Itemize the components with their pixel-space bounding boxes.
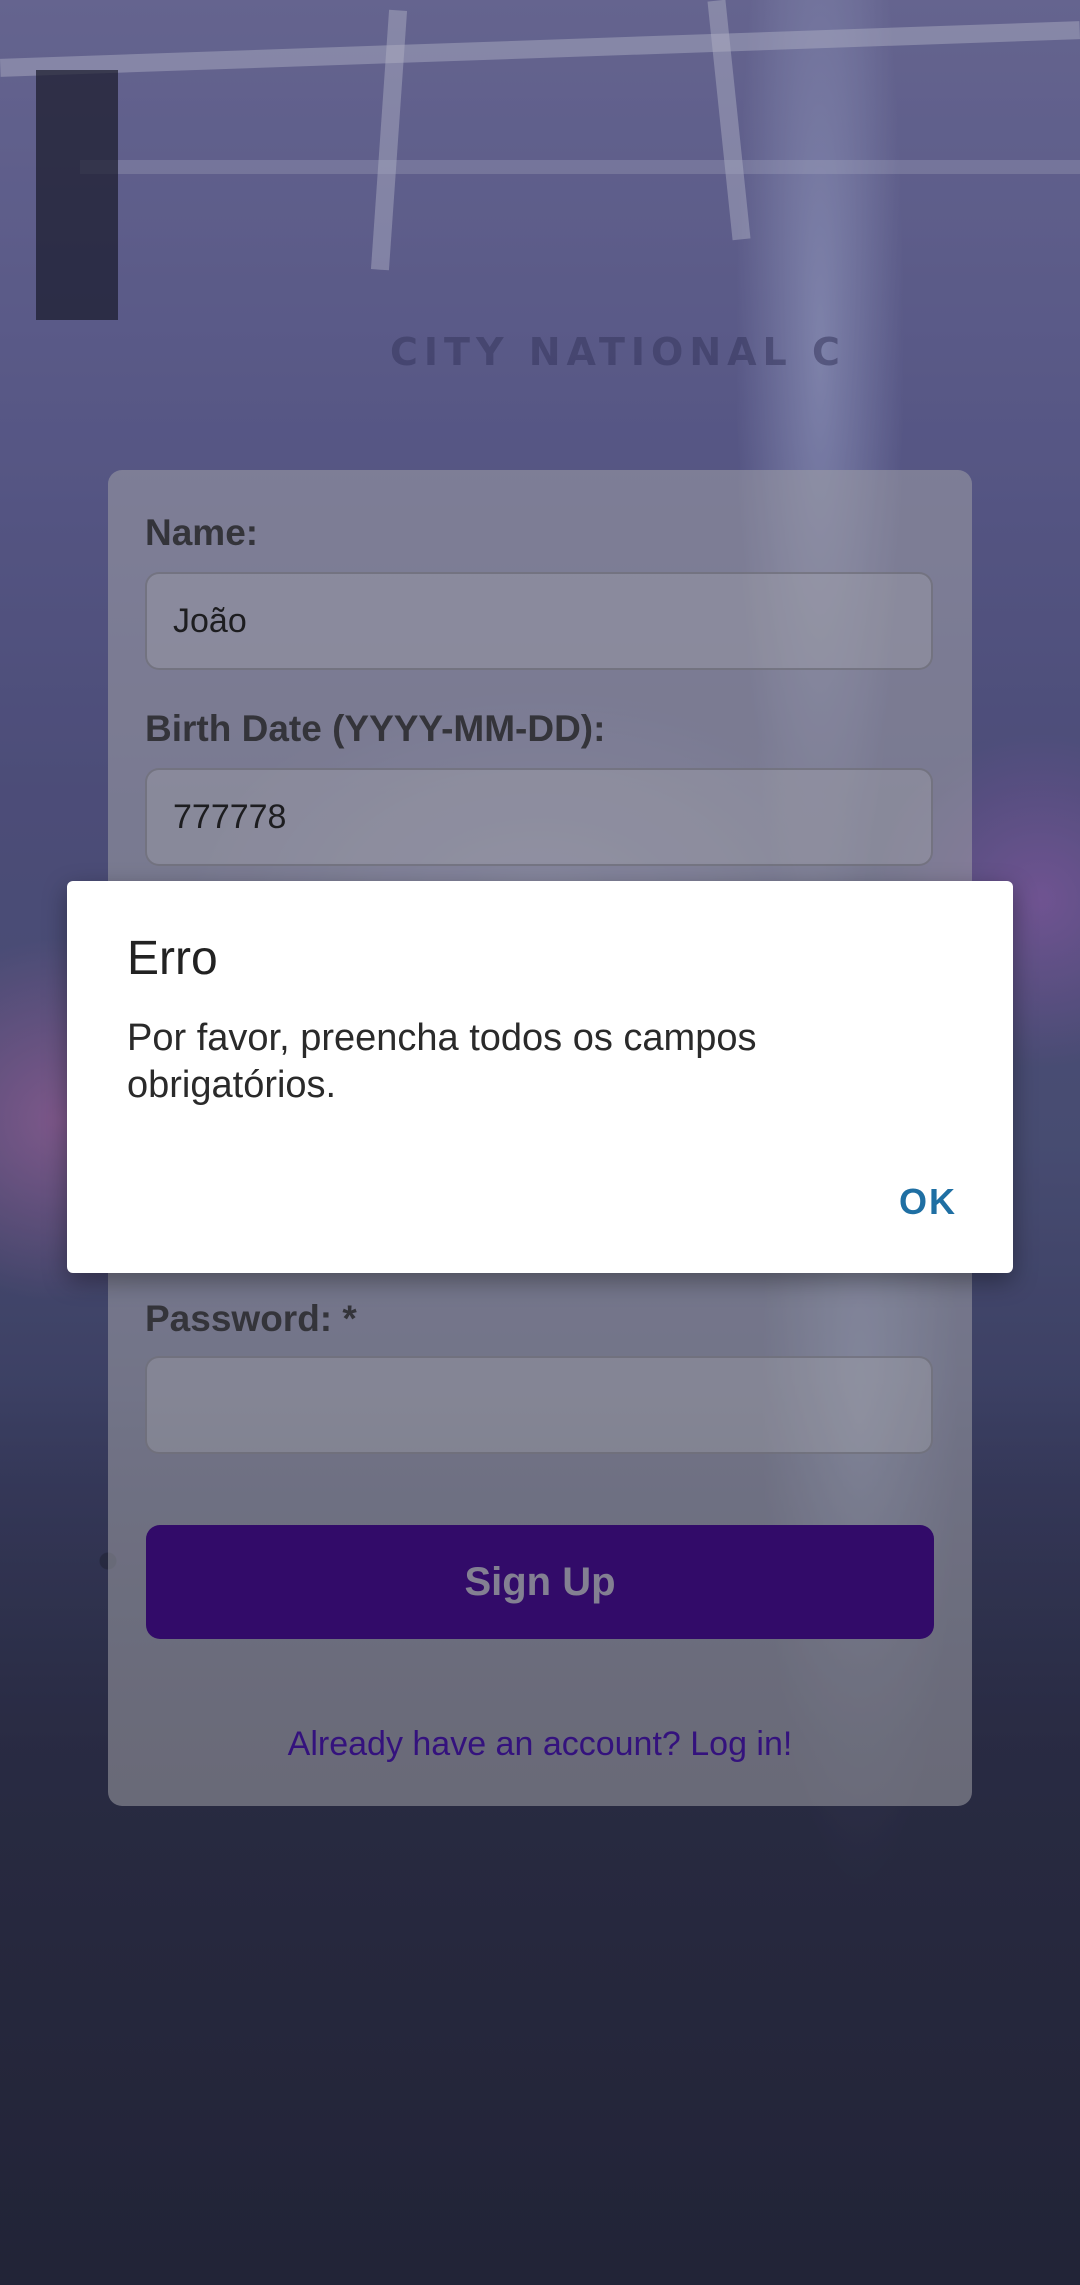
dialog-title: Erro xyxy=(127,932,218,985)
dialog-message: Por favor, preencha todos os campos obri… xyxy=(127,1017,757,1106)
error-dialog: Erro Por favor, preencha todos os campos… xyxy=(67,881,1013,1273)
ok-button[interactable]: OK xyxy=(899,1181,957,1223)
signup-screen: CITY NATIONAL C Name: João Birth Date (Y… xyxy=(0,0,1080,2285)
